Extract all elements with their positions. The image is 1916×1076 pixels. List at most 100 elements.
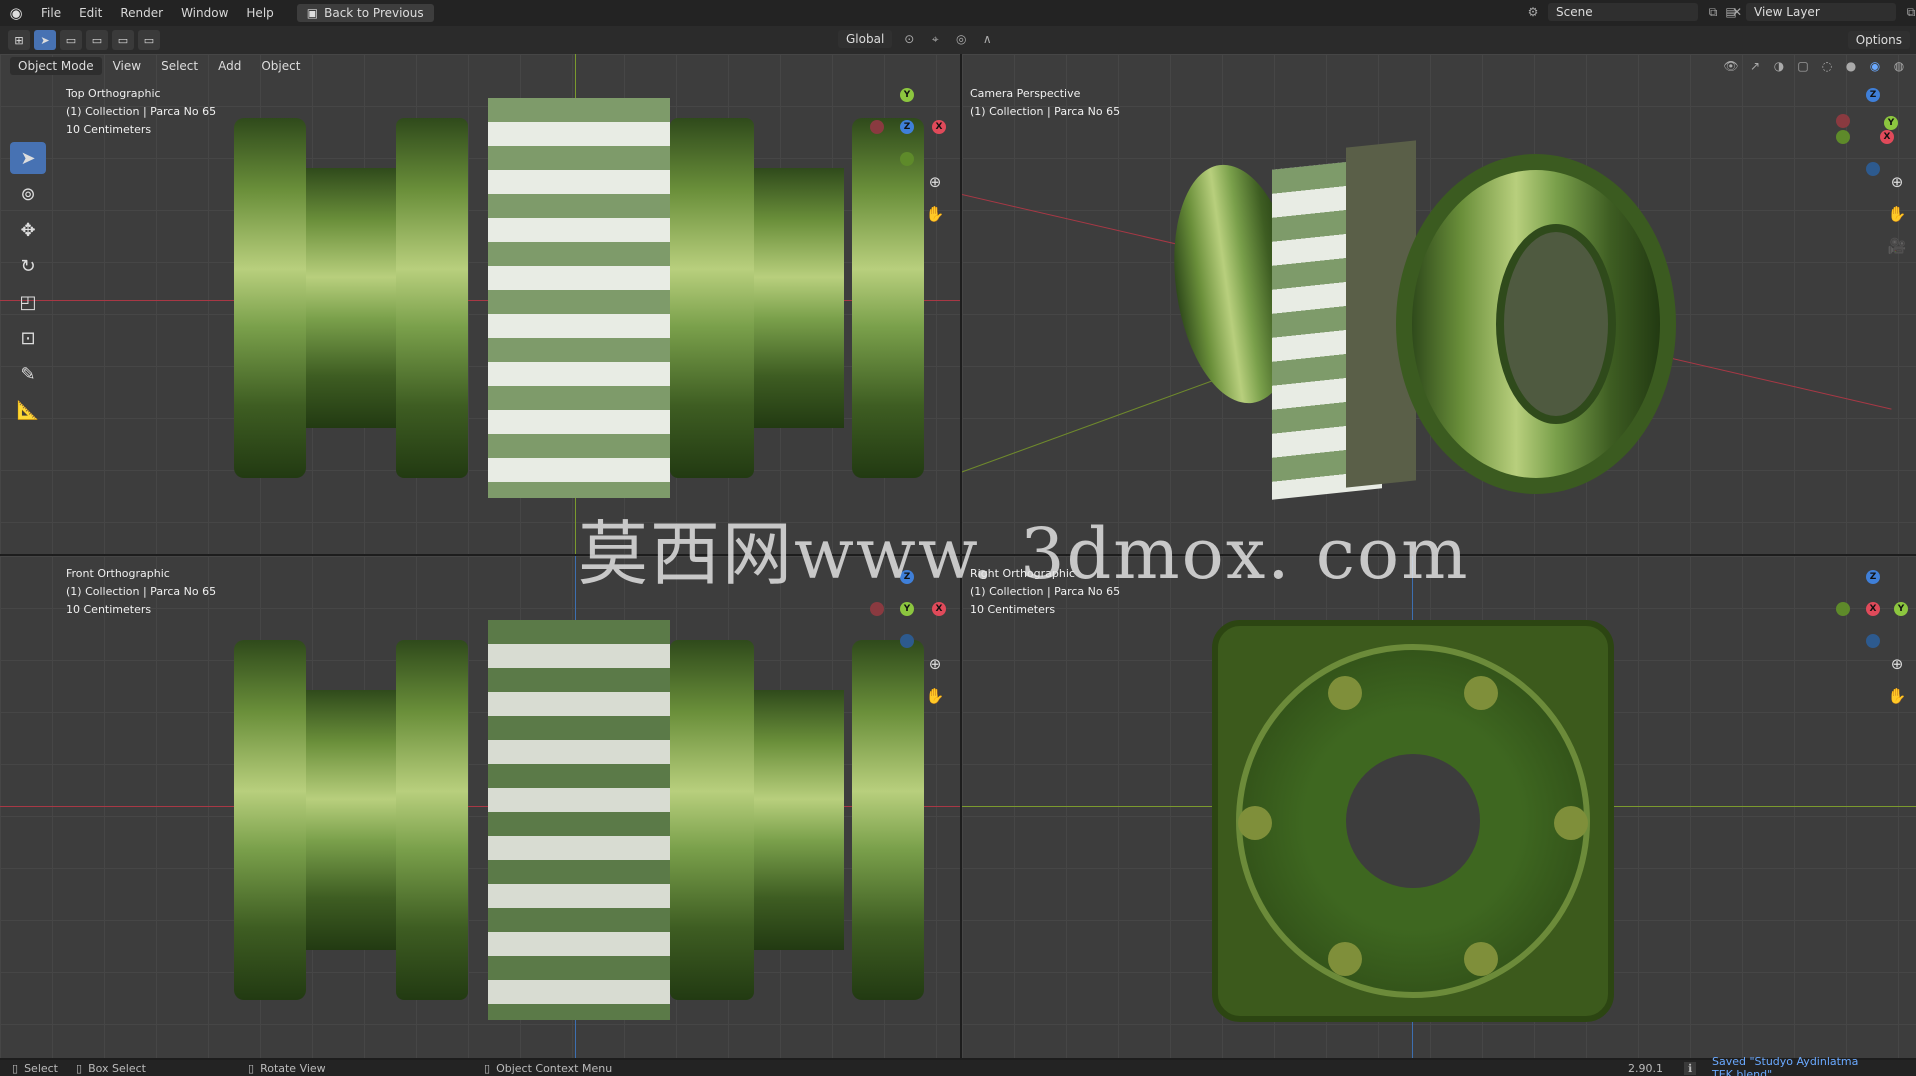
- material-shading-icon[interactable]: ◉: [1866, 57, 1884, 75]
- view-menu[interactable]: View: [104, 59, 150, 73]
- x-axis-handle[interactable]: X: [1866, 602, 1880, 616]
- overlay-toggle-icon[interactable]: ◑: [1770, 57, 1788, 75]
- xray-icon[interactable]: ▢: [1794, 57, 1812, 75]
- cursor-icon[interactable]: ⊚: [10, 178, 46, 210]
- z-axis-handle[interactable]: Z: [1866, 88, 1880, 102]
- scene-icon[interactable]: ⚙: [1524, 3, 1542, 21]
- y-axis-handle[interactable]: Y: [1884, 116, 1898, 130]
- camera-icon[interactable]: 🎥: [1886, 235, 1908, 257]
- version-label: 2.90.1: [1628, 1061, 1663, 1075]
- add-menu[interactable]: Add: [209, 59, 250, 73]
- select-mode-invert-icon[interactable]: ▭: [138, 30, 160, 50]
- zoom-icon[interactable]: ⊕: [1886, 653, 1908, 675]
- zoom-icon[interactable]: ⊕: [924, 653, 946, 675]
- visibility-icon[interactable]: 👁: [1722, 57, 1740, 75]
- viewport-right-orthographic[interactable]: Right Orthographic (1) Collection | Parc…: [962, 556, 1916, 1058]
- viewport-front-orthographic[interactable]: Front Orthographic (1) Collection | Parc…: [0, 556, 960, 1058]
- zoom-icon[interactable]: ⊕: [1886, 171, 1908, 193]
- back-to-previous-label: Back to Previous: [324, 6, 424, 20]
- rendered-shading-icon[interactable]: ◍: [1890, 57, 1908, 75]
- menu-help[interactable]: Help: [237, 0, 282, 26]
- chevron-block: [488, 98, 670, 498]
- menu-file[interactable]: File: [32, 0, 70, 26]
- solid-shading-icon[interactable]: ●: [1842, 57, 1860, 75]
- y-axis-handle[interactable]: Y: [900, 602, 914, 616]
- status-box-select: Box Select: [88, 1061, 146, 1075]
- hand-icon[interactable]: ✋: [924, 203, 946, 225]
- viewport-camera-perspective[interactable]: 👁 ↗ ◑ ▢ ◌ ● ◉ ◍ Camera Perspective (1) C…: [962, 54, 1916, 554]
- select-mode-subtract-icon[interactable]: ▭: [112, 30, 134, 50]
- editor-type-icon[interactable]: ⊞: [8, 30, 30, 50]
- neg-y-axis-handle[interactable]: [1836, 602, 1850, 616]
- scale-label: 10 Centimeters: [66, 123, 152, 136]
- select-cursor-icon[interactable]: ➤: [34, 30, 56, 50]
- select-cursor-icon[interactable]: ➤: [10, 142, 46, 174]
- navigation-gizmo[interactable]: Y X Z: [862, 82, 952, 172]
- measure-icon[interactable]: 📐: [10, 394, 46, 426]
- rotate-icon[interactable]: ↻: [10, 250, 46, 282]
- neg-x-axis-handle[interactable]: [870, 602, 884, 616]
- options-dropdown[interactable]: Options: [1847, 31, 1910, 49]
- navigation-gizmo[interactable]: Z X Y: [1822, 564, 1912, 654]
- zoom-icon[interactable]: ⊕: [924, 171, 946, 193]
- mouse-right-icon: ▯: [484, 1061, 491, 1075]
- x-axis-handle[interactable]: X: [932, 120, 946, 134]
- copy-icon[interactable]: ⧉: [1902, 3, 1916, 21]
- object-menu[interactable]: Object: [252, 59, 309, 73]
- x-axis-handle[interactable]: X: [932, 602, 946, 616]
- menu-render[interactable]: Render: [111, 0, 172, 26]
- gizmo-toggle-icon[interactable]: ↗: [1746, 57, 1764, 75]
- object-mode-dropdown[interactable]: Object Mode: [10, 57, 102, 75]
- select-menu[interactable]: Select: [152, 59, 207, 73]
- collection-label: (1) Collection | Parca No 65: [970, 105, 1121, 118]
- wireframe-shading-icon[interactable]: ◌: [1818, 57, 1836, 75]
- proportional-edit-icon[interactable]: ◎: [952, 30, 970, 48]
- mouse-middle-icon: ▯: [248, 1061, 255, 1075]
- viewport-top-orthographic[interactable]: Object Mode View Select Add Object Top O…: [0, 54, 960, 554]
- falloff-icon[interactable]: ∧: [978, 30, 996, 48]
- neg-z-axis-handle[interactable]: [1866, 162, 1880, 176]
- status-message: Saved "Studyo Aydinlatma TEK.blend": [1712, 1055, 1859, 1076]
- y-axis-handle[interactable]: Y: [1894, 602, 1908, 616]
- transform-orientation-dropdown[interactable]: Global: [838, 30, 893, 48]
- info-icon: ℹ: [1684, 1061, 1697, 1075]
- snap-icon[interactable]: ⌖: [926, 30, 944, 48]
- move-icon[interactable]: ✥: [10, 214, 46, 246]
- view-layer-icon[interactable]: ▤: [1722, 3, 1740, 21]
- x-axis-handle[interactable]: X: [1880, 130, 1894, 144]
- model-top-view[interactable]: [234, 98, 924, 498]
- neg-x-axis-handle[interactable]: [870, 120, 884, 134]
- back-to-previous-button[interactable]: ▣ Back to Previous: [296, 4, 434, 22]
- z-axis-handle[interactable]: Z: [1866, 570, 1880, 584]
- hand-icon[interactable]: ✋: [1886, 685, 1908, 707]
- navigation-gizmo[interactable]: Z Y X: [1822, 88, 1912, 178]
- hand-icon[interactable]: ✋: [924, 685, 946, 707]
- annotate-icon[interactable]: ✎: [10, 358, 46, 390]
- model-perspective-view[interactable]: [1159, 124, 1696, 524]
- copy-icon[interactable]: ⧉: [1704, 3, 1722, 21]
- neg-y-axis-handle[interactable]: [900, 152, 914, 166]
- transform-icon[interactable]: ⊡: [10, 322, 46, 354]
- select-mode-extend-icon[interactable]: ▭: [86, 30, 108, 50]
- view-layer-field[interactable]: View Layer: [1746, 3, 1896, 21]
- neg-z-axis-handle[interactable]: [1866, 634, 1880, 648]
- hand-icon[interactable]: ✋: [1886, 203, 1908, 225]
- neg-z-axis-handle[interactable]: [900, 634, 914, 648]
- scale-label: 10 Centimeters: [66, 603, 152, 616]
- neg-y-axis-handle[interactable]: [1836, 130, 1850, 144]
- scene-field[interactable]: Scene: [1548, 3, 1698, 21]
- y-axis-handle[interactable]: Y: [900, 88, 914, 102]
- status-context-menu: Object Context Menu: [496, 1061, 613, 1075]
- menu-edit[interactable]: Edit: [70, 0, 111, 26]
- model-front-view[interactable]: [234, 620, 924, 1020]
- blender-logo-icon[interactable]: ◉: [0, 4, 32, 22]
- scale-icon[interactable]: ◰: [10, 286, 46, 318]
- select-mode-new-icon[interactable]: ▭: [60, 30, 82, 50]
- z-axis-handle[interactable]: Z: [900, 120, 914, 134]
- scale-label: 10 Centimeters: [970, 603, 1056, 616]
- menu-window[interactable]: Window: [172, 0, 237, 26]
- pivot-icon[interactable]: ⊙: [900, 30, 918, 48]
- collection-label: (1) Collection | Parca No 65: [66, 585, 217, 598]
- neg-x-axis-handle[interactable]: [1836, 114, 1850, 128]
- model-right-view[interactable]: [1212, 620, 1614, 1022]
